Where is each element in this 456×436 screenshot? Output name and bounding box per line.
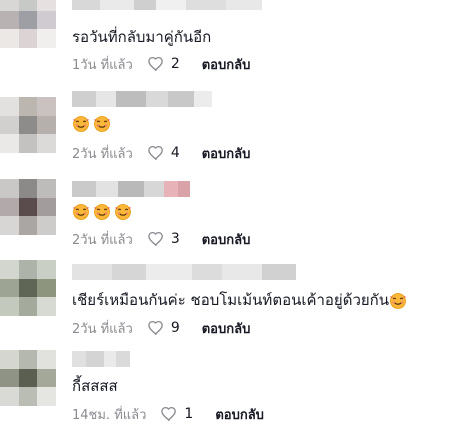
reply-button[interactable]: ตอบกลับ	[215, 404, 264, 425]
like-count: 2	[170, 56, 180, 72]
like-button[interactable]: 3	[147, 230, 180, 248]
comment-text: รอวันที่กลับมาคู่กันอีก	[72, 27, 211, 47]
comment-meta: 2วัน ที่แล้ว 4 ตอบกลับ	[72, 143, 250, 163]
like-button[interactable]: 4	[147, 144, 180, 162]
comment-item: กี้สสสส 14ชม. ที่แล้ว 1 ตอบกลับ	[0, 348, 456, 436]
like-button[interactable]: 2	[147, 55, 180, 73]
like-button[interactable]: 1	[160, 405, 193, 423]
comment-text	[72, 113, 114, 133]
username-blurred[interactable]	[72, 181, 190, 197]
comment-text-content: กี้สสสส	[72, 377, 118, 395]
smiling-hearts-emoji-icon	[389, 292, 407, 310]
like-count: 3	[170, 231, 180, 247]
username-blurred[interactable]	[72, 0, 262, 10]
comment-time: 2วัน ที่แล้ว	[72, 232, 133, 248]
comment-text: เชียร์เหมือนกันค่ะ ชอบโมเม้นท์ตอนเค้าอยู…	[72, 290, 410, 310]
heart-icon	[147, 55, 165, 73]
comment-time: 2วัน ที่แล้ว	[72, 321, 133, 337]
reply-button[interactable]: ตอบกลับ	[202, 229, 251, 250]
comment-text-content: เชียร์เหมือนกันค่ะ ชอบโมเม้นท์ตอนเค้าอยู…	[72, 291, 389, 309]
like-button[interactable]: 9	[147, 319, 180, 337]
avatar[interactable]	[0, 97, 56, 153]
reply-button[interactable]: ตอบกลับ	[202, 143, 251, 164]
username-blurred[interactable]	[72, 264, 296, 280]
comment-text	[72, 201, 135, 221]
comment-meta: 14ชม. ที่แล้ว 1 ตอบกลับ	[72, 404, 264, 424]
comment-meta: 1วัน ที่แล้ว 2 ตอบกลับ	[72, 54, 250, 74]
avatar[interactable]	[0, 260, 56, 316]
like-count: 4	[170, 145, 180, 161]
comment-text-content: รอวันที่กลับมาคู่กันอีก	[72, 28, 212, 46]
comment-meta: 2วัน ที่แล้ว 3 ตอบกลับ	[72, 229, 250, 249]
reply-button[interactable]: ตอบกลับ	[202, 54, 251, 75]
comment-item: 2วัน ที่แล้ว 4 ตอบกลับ	[0, 87, 456, 175]
avatar[interactable]	[0, 350, 56, 406]
like-count: 9	[170, 320, 180, 336]
comment-time: 2วัน ที่แล้ว	[72, 146, 133, 162]
heart-icon	[160, 405, 178, 423]
comment-item: รอวันที่กลับมาคู่กันอีก 1วัน ที่แล้ว 2 ตอบก…	[0, 0, 456, 88]
smiling-hearts-emoji-icon	[93, 203, 111, 221]
smiling-hearts-emoji-icon	[93, 115, 111, 133]
comment-meta: 2วัน ที่แล้ว 9 ตอบกลับ	[72, 318, 250, 338]
reply-button[interactable]: ตอบกลับ	[202, 318, 251, 339]
heart-icon	[147, 319, 165, 337]
comment-time: 1วัน ที่แล้ว	[72, 57, 133, 73]
username-blurred[interactable]	[72, 91, 212, 107]
avatar[interactable]	[0, 179, 56, 235]
heart-icon	[147, 144, 165, 162]
smiling-hearts-emoji-icon	[114, 203, 132, 221]
heart-icon	[147, 230, 165, 248]
username-blurred[interactable]	[72, 351, 130, 367]
comment-time: 14ชม. ที่แล้ว	[72, 407, 147, 423]
like-count: 1	[184, 406, 194, 422]
smiling-hearts-emoji-icon	[72, 203, 90, 221]
smiling-hearts-emoji-icon	[72, 115, 90, 133]
comment-item: เชียร์เหมือนกันค่ะ ชอบโมเม้นท์ตอนเค้าอยู…	[0, 260, 456, 350]
comment-item: 2วัน ที่แล้ว 3 ตอบกลับ	[0, 175, 456, 263]
avatar[interactable]	[0, 0, 56, 48]
comment-text: กี้สสสส	[72, 376, 118, 396]
